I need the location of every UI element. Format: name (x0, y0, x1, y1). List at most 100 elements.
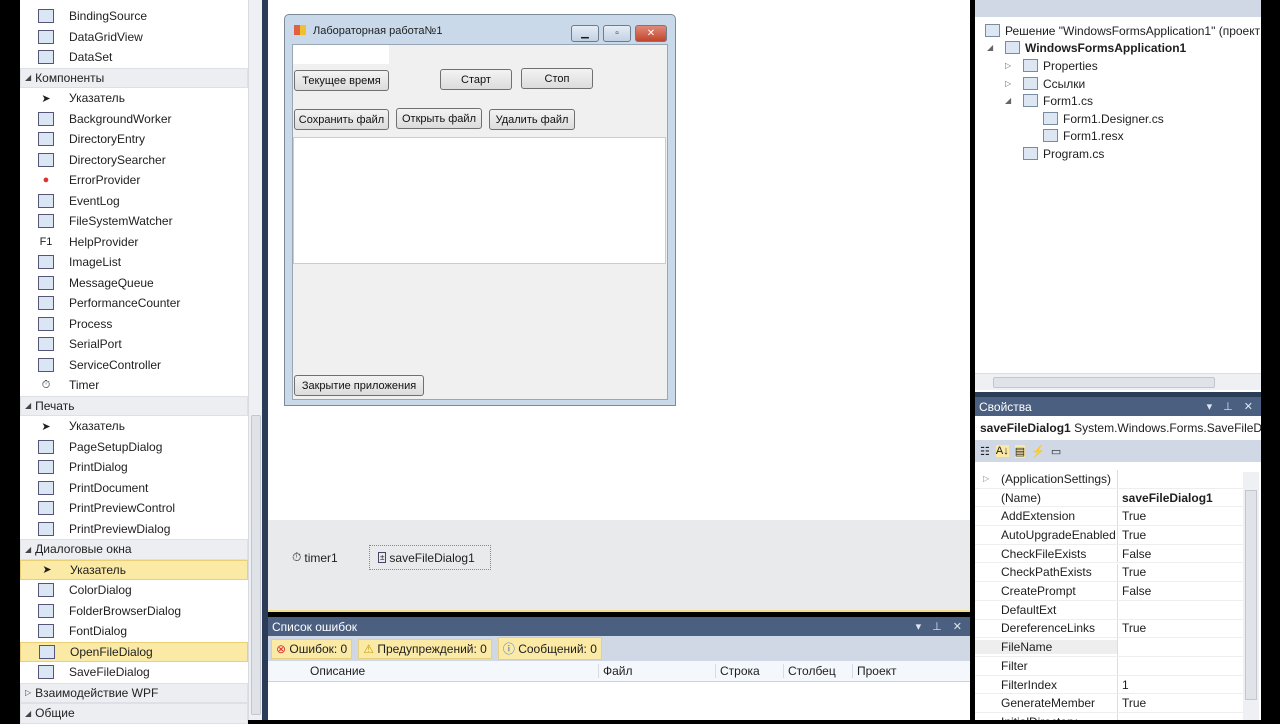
stop-button[interactable]: Стоп (521, 68, 593, 89)
toolbox-item[interactable]: PerformanceCounter (20, 293, 248, 314)
properties-scrollbar[interactable] (1243, 472, 1259, 720)
property-value[interactable]: False (1117, 544, 1151, 563)
minimize-button[interactable]: ▁ (571, 25, 599, 42)
toolbox-item[interactable]: ⏱ Timer (20, 375, 248, 396)
col-project[interactable]: Проект (852, 664, 897, 678)
open-file-button[interactable]: Открыть файл (396, 108, 482, 129)
form-designer[interactable]: Лабораторная работа№1 ▁ ▫ ✕ Текущее врем… (284, 14, 676, 406)
solution-tree-item[interactable]: Program.cs (1023, 145, 1104, 162)
toolbox-item[interactable]: FontDialog (20, 621, 248, 642)
toolbox-item[interactable]: ➤ Указатель (20, 88, 248, 109)
solution-tree-item[interactable]: ◢ Form1.cs (1005, 92, 1093, 109)
toolbox-item[interactable]: OpenFileDialog (20, 641, 248, 662)
property-row[interactable]: (Name) saveFileDialog1 (975, 488, 1243, 508)
text-area[interactable] (293, 137, 666, 264)
property-value[interactable]: True (1117, 619, 1146, 638)
properties-icon[interactable]: ▤ (1014, 444, 1026, 458)
events-icon[interactable]: ⚡ (1031, 445, 1045, 458)
property-row[interactable]: DereferenceLinks True (975, 619, 1243, 639)
property-value[interactable] (1117, 470, 1122, 488)
property-row[interactable]: InitialDirectory (975, 713, 1243, 720)
property-row[interactable]: ▷ (ApplicationSettings) (975, 470, 1243, 489)
toolbox-category[interactable]: ◢ Компоненты (20, 67, 248, 88)
toolbox-item[interactable]: ➤ Указатель (20, 559, 248, 580)
property-value[interactable]: saveFileDialog1 (1117, 488, 1213, 507)
solution-tree-item[interactable]: Form1.Designer.cs (1043, 110, 1164, 127)
property-pages-icon[interactable]: ▭ (1051, 445, 1061, 458)
categorized-icon[interactable]: ☷ (980, 445, 990, 458)
toolbox-item[interactable]: BindingSource (20, 6, 248, 27)
col-column[interactable]: Столбец (783, 664, 852, 678)
property-value[interactable]: True (1117, 563, 1146, 582)
solution-tree-item[interactable]: Form1.resx (1043, 127, 1124, 144)
toolbox-item[interactable]: DirectorySearcher (20, 150, 248, 171)
property-value[interactable] (1117, 657, 1122, 675)
messages-filter[interactable]: ⓘ Сообщений: 0 (497, 637, 602, 660)
tree-arrow-icon[interactable]: ▷ (1005, 79, 1011, 88)
current-time-button[interactable]: Текущее время (294, 70, 389, 91)
toolbox-item[interactable]: SerialPort (20, 334, 248, 355)
toolbox-item[interactable]: MessageQueue (20, 273, 248, 294)
tree-arrow-icon[interactable]: ◢ (987, 43, 993, 52)
solution-tree-item[interactable]: ◢ WindowsFormsApplication1 (987, 39, 1186, 56)
solution-tree-item[interactable]: ▷ Ссылки (1005, 75, 1085, 92)
time-textbox[interactable] (293, 45, 389, 64)
col-file[interactable]: Файл (598, 664, 715, 678)
tray-item-timer1[interactable]: ⏱ timer1 (292, 550, 338, 565)
property-value[interactable]: True (1117, 694, 1146, 713)
toolbox-item[interactable]: ➤ Указатель (20, 416, 248, 437)
property-value[interactable]: True (1117, 526, 1146, 544)
delete-file-button[interactable]: Удалить файл (489, 109, 575, 130)
property-value[interactable] (1117, 600, 1122, 619)
alphabetical-icon[interactable]: A↓ (995, 445, 1009, 457)
solution-tree-item[interactable]: ▷ Properties (1005, 57, 1098, 74)
toolbox-category[interactable]: ◢ Печать (20, 395, 248, 416)
toolbox-item[interactable]: PrintDialog (20, 457, 248, 478)
toolbox-item[interactable]: PrintDocument (20, 478, 248, 499)
property-value[interactable]: False (1117, 582, 1151, 600)
property-row[interactable]: CheckFileExists False (975, 544, 1243, 564)
close-button[interactable]: ✕ (635, 25, 667, 42)
property-row[interactable]: CheckPathExists True (975, 563, 1243, 583)
toolbox-item[interactable]: ImageList (20, 252, 248, 273)
toolbox-item[interactable]: DirectoryEntry (20, 129, 248, 150)
scroll-thumb[interactable] (1245, 490, 1257, 700)
property-value[interactable] (1117, 713, 1122, 720)
toolbox-item[interactable]: F1 HelpProvider (20, 232, 248, 253)
start-button[interactable]: Старт (440, 69, 512, 90)
expand-arrow-icon[interactable]: ▷ (983, 474, 989, 483)
property-value[interactable] (1117, 638, 1122, 656)
toolbox-item[interactable]: DataSet (20, 47, 248, 68)
solution-toolbar[interactable] (975, 0, 1261, 17)
property-value[interactable]: True (1117, 507, 1146, 526)
property-row[interactable]: FileName (975, 638, 1243, 657)
scroll-thumb[interactable] (993, 377, 1215, 388)
solution-hscrollbar[interactable] (975, 373, 1261, 390)
toolbox-category[interactable]: ▷ Взаимодействие WPF (20, 682, 248, 703)
col-line[interactable]: Строка (715, 664, 783, 678)
solution-tree-item[interactable]: Решение "WindowsFormsApplication1" (прое… (985, 22, 1260, 39)
property-row[interactable]: DefaultExt (975, 600, 1243, 620)
errors-filter[interactable]: ⊗ Ошибок: 0 (271, 638, 353, 659)
property-row[interactable]: CreatePrompt False (975, 582, 1243, 601)
toolbox-item[interactable]: PrintPreviewControl (20, 498, 248, 519)
col-description[interactable]: Описание (268, 664, 598, 678)
toolbox-item[interactable]: FolderBrowserDialog (20, 601, 248, 622)
toolbox-scrollbar[interactable] (248, 0, 262, 720)
toolbox-item[interactable]: ServiceController (20, 355, 248, 376)
toolbox-item[interactable]: PrintPreviewDialog (20, 519, 248, 540)
toolbox-item[interactable]: Process (20, 314, 248, 335)
property-value[interactable]: 1 (1117, 675, 1129, 694)
property-row[interactable]: Filter (975, 657, 1243, 676)
tray-item-savefiledialog1[interactable]: ± saveFileDialog1 (369, 545, 491, 570)
property-row[interactable]: AutoUpgradeEnabled True (975, 526, 1243, 545)
tree-arrow-icon[interactable]: ▷ (1005, 61, 1011, 70)
toolbox-category[interactable]: ◢ Общие (20, 703, 248, 724)
warnings-filter[interactable]: ⚠ Предупреждений: 0 (358, 638, 492, 659)
toolbox-item[interactable]: PageSetupDialog (20, 437, 248, 458)
save-file-button[interactable]: Сохранить файл (294, 109, 389, 130)
toolbox-item[interactable]: ● ErrorProvider (20, 170, 248, 191)
toolbox-item[interactable]: EventLog (20, 191, 248, 212)
maximize-button[interactable]: ▫ (603, 25, 631, 42)
toolbox-item[interactable]: DataGridView (20, 27, 248, 48)
